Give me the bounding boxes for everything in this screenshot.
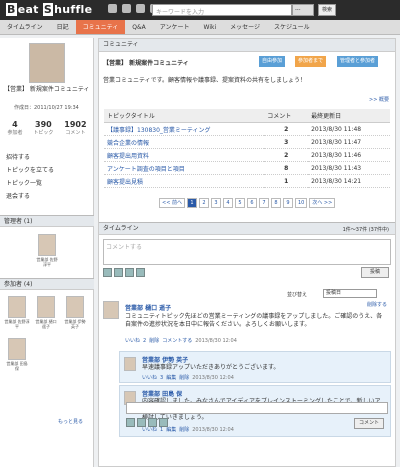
- avatar[interactable]: [8, 296, 26, 318]
- reply-input[interactable]: [126, 402, 388, 414]
- menu-invite[interactable]: 招待する: [6, 151, 54, 164]
- page-link[interactable]: 6: [246, 198, 257, 208]
- comment-input[interactable]: コメントする: [103, 239, 391, 265]
- image-icon[interactable]: [103, 268, 112, 277]
- page-prev[interactable]: << 前へ: [159, 198, 185, 208]
- table-row: アンケート調査の項目と項目 8 2013/8/30 11:43: [104, 161, 390, 175]
- tab-wiki[interactable]: Wiki: [197, 20, 224, 34]
- page-link[interactable]: 2: [198, 198, 209, 208]
- avatar[interactable]: [66, 296, 84, 318]
- menu-new-topic[interactable]: トピックを立てる: [6, 164, 54, 177]
- community-avatar: [29, 43, 65, 83]
- menu-leave[interactable]: 退会する: [6, 190, 54, 203]
- bell-icon[interactable]: [136, 4, 145, 13]
- page-link[interactable]: 3: [210, 198, 221, 208]
- avatar[interactable]: [8, 338, 26, 360]
- page-link[interactable]: 9: [282, 198, 293, 208]
- tab-survey[interactable]: アンケート: [153, 20, 197, 34]
- link-icon[interactable]: [159, 418, 168, 427]
- page-link[interactable]: 8: [270, 198, 281, 208]
- overview-link[interactable]: >> 概要: [369, 96, 389, 103]
- avatar[interactable]: [124, 357, 136, 371]
- admins-header: 管理者 (1): [0, 215, 94, 227]
- reply-item: 営業部 伊勢 英子 早速議事録アップいただきありがとうございます。 いいね 3 編集…: [119, 351, 391, 383]
- timeline-count: 1件～37件 (37件中): [342, 227, 389, 233]
- tab-timeline[interactable]: タイムライン: [0, 20, 50, 34]
- mail-icon[interactable]: [122, 4, 131, 13]
- self-button[interactable]: 参加者まで: [295, 56, 327, 67]
- tab-qa[interactable]: Q&A: [125, 20, 153, 34]
- admin-member-button[interactable]: 管理者と参加者: [337, 56, 379, 67]
- link-icon[interactable]: [136, 268, 145, 277]
- reply-tools: [126, 418, 168, 427]
- community-description: 営業コミュニティです。顧客情報や議事録、提案資料の共有をしましょう！: [103, 77, 307, 84]
- page-title: 【営業】 新規案件コミュニティ: [103, 60, 189, 67]
- file-icon[interactable]: [114, 268, 123, 277]
- top-bar: Beat Shuffle キーワードを入力 --- 検索: [0, 0, 400, 20]
- page-link[interactable]: 1: [186, 198, 197, 208]
- sort-select[interactable]: 投稿日: [323, 289, 377, 298]
- search-select[interactable]: ---: [292, 4, 314, 16]
- tab-community[interactable]: コミュニティ: [75, 20, 126, 34]
- table-row: 顧客提出見積 1 2013/8/30 14:21: [104, 174, 390, 188]
- file-icon[interactable]: [137, 418, 146, 427]
- post-button[interactable]: 投稿: [361, 267, 389, 278]
- avatar[interactable]: [37, 296, 55, 318]
- photo-icon[interactable]: [125, 268, 134, 277]
- attach-tools: [103, 268, 145, 277]
- page-link[interactable]: 7: [258, 198, 269, 208]
- post-author[interactable]: 営業部 樋口 遥子: [125, 303, 171, 312]
- created-date: 作成日：2011/10/27 19:34: [14, 105, 79, 111]
- reply-button[interactable]: コメント: [354, 418, 384, 429]
- community-name: 【営業】 新規案件コミュニティ: [4, 86, 90, 93]
- table-row: 競合企業の情報 3 2013/8/30 11:47: [104, 135, 390, 149]
- search-button[interactable]: 検索: [318, 4, 336, 16]
- page-link[interactable]: 5: [234, 198, 245, 208]
- logo[interactable]: Beat Shuffle: [6, 3, 92, 16]
- image-icon[interactable]: [126, 418, 135, 427]
- pagination: << 前へ 1 2 3 4 5 6 7 8 9 10 次へ >>: [159, 198, 336, 208]
- page-next[interactable]: 次へ >>: [309, 198, 336, 208]
- members-header: 参加者 (4): [0, 278, 94, 290]
- sort-label: 並び替え: [287, 292, 308, 298]
- users-icon[interactable]: [108, 4, 117, 13]
- main-nav: タイムライン 日記 コミュニティ Q&A アンケート Wiki メッセージ スケ…: [0, 20, 400, 35]
- section-title: コミュニティ: [99, 39, 395, 52]
- left-sidebar: 【営業】 新規案件コミュニティ 作成日：2011/10/27 19:34 4 参加…: [0, 38, 94, 467]
- menu-topic-list[interactable]: トピック一覧: [6, 177, 54, 190]
- join-button[interactable]: 自由参加: [259, 56, 286, 67]
- table-row: 【議事録】130830_営業ミーティング 2 2013/8/30 11:48: [104, 122, 390, 136]
- page-link[interactable]: 10: [294, 198, 308, 208]
- community-menu: 招待する トピックを立てる トピック一覧 退会する: [6, 151, 54, 203]
- community-stats: 4 参加者 390 トピック 1902 コメント: [7, 120, 87, 136]
- page-link[interactable]: 4: [222, 198, 233, 208]
- more-link[interactable]: もっと見る: [58, 418, 83, 425]
- table-row: 顧客提出用資料 2 2013/8/30 11:46: [104, 148, 390, 162]
- post-text: コミュニティトピック先ほどの営業ミーティングの議事録をアップしました。ご確認のう…: [125, 313, 383, 328]
- search-input[interactable]: キーワードを入力: [152, 4, 292, 16]
- topic-table: トピックタイトル コメント 最終更新日 【議事録】130830_営業ミーティング 2 2…: [104, 109, 390, 188]
- tab-message[interactable]: メッセージ: [223, 20, 267, 34]
- avatar[interactable]: [38, 234, 56, 256]
- photo-icon[interactable]: [148, 418, 157, 427]
- tab-diary[interactable]: 日記: [50, 20, 76, 34]
- delete-link[interactable]: 削除する: [367, 301, 387, 308]
- avatar[interactable]: [103, 301, 119, 319]
- tab-schedule[interactable]: スケジュール: [267, 20, 317, 34]
- post-meta: いいね 2 削除 コメントする 2013/8/30 12:04: [125, 338, 237, 344]
